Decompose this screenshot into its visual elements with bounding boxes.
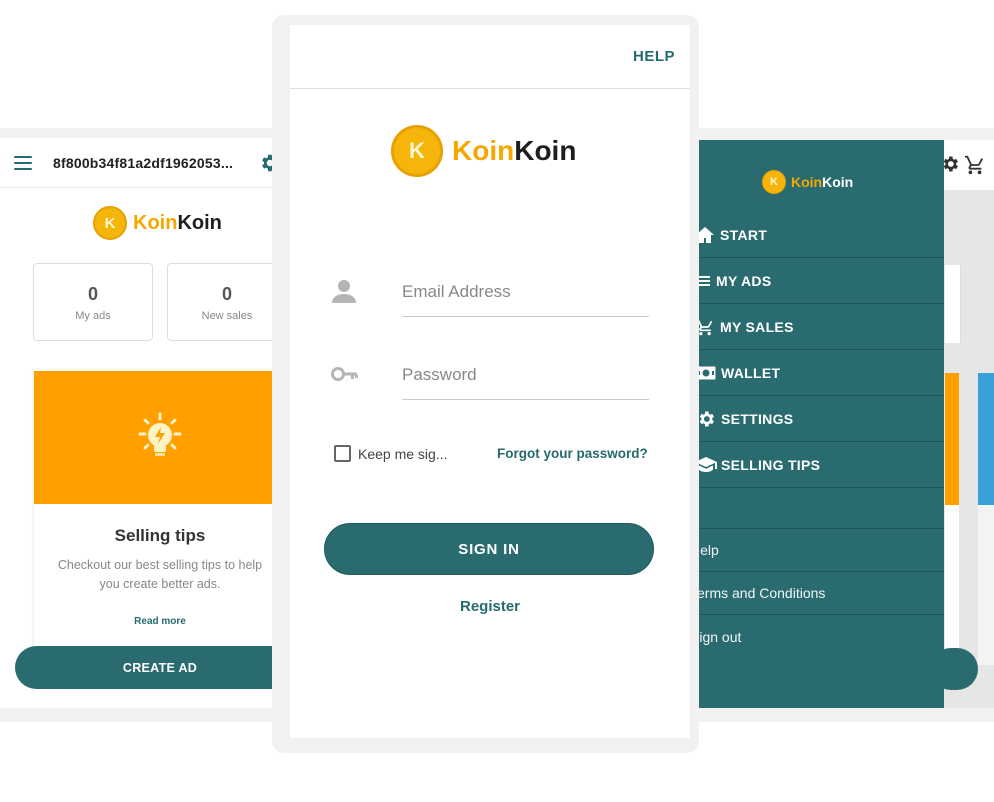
- forgot-password-link[interactable]: Forgot your password?: [497, 446, 648, 461]
- menu-item-label: MY ADS: [716, 272, 772, 289]
- tips-card-description: Checkout our best selling tips to help y…: [57, 558, 263, 591]
- menu-item-my-ads[interactable]: MY ADS: [690, 258, 944, 304]
- background-card: [945, 265, 961, 343]
- coin-logo-icon: K: [762, 170, 786, 194]
- menu-item-settings[interactable]: SETTINGS: [690, 396, 944, 442]
- read-more-link[interactable]: Read more: [34, 616, 286, 627]
- menu-item-selling-tips[interactable]: SELLING TIPS: [690, 442, 944, 488]
- background-card-body: [945, 505, 959, 655]
- keep-signed-in-row[interactable]: Keep me sig...: [334, 445, 448, 462]
- composite-stage: 8f800b34f81a2df1962053... K KoinKoin 0 M…: [0, 0, 994, 802]
- background-card-banner: [945, 373, 959, 505]
- background-card-body: [978, 505, 994, 665]
- login-screen: HELP K KoinKoin Keep me sig... Forgot yo…: [290, 25, 690, 738]
- menu-item-start[interactable]: START: [690, 212, 944, 258]
- brand-name: KoinKoin: [791, 174, 854, 190]
- tips-card-banner: [34, 371, 286, 504]
- selling-tips-card[interactable]: Selling tips Checkout our best selling t…: [34, 371, 286, 661]
- stat-card-my-ads[interactable]: 0 My ads: [33, 263, 153, 341]
- password-field[interactable]: [402, 352, 649, 400]
- cart-icon[interactable]: [964, 154, 986, 176]
- brand-name: KoinKoin: [133, 211, 222, 234]
- menu-item-label: WALLET: [721, 364, 781, 381]
- menu-spacer: [690, 486, 944, 529]
- stat-card-new-sales[interactable]: 0 New sales: [167, 263, 287, 341]
- tips-card-title: Selling tips: [114, 526, 206, 545]
- menu-link-terms[interactable]: Terms and Conditions: [690, 572, 944, 615]
- stat-value: 0: [87, 284, 98, 304]
- dashboard-screen: 8f800b34f81a2df1962053... K KoinKoin 0 M…: [0, 138, 292, 708]
- account-id: 8f800b34f81a2df1962053...: [53, 154, 234, 171]
- register-link[interactable]: Register: [290, 598, 690, 615]
- help-link[interactable]: HELP: [633, 48, 675, 65]
- user-icon: [332, 280, 356, 303]
- menu-item-my-sales[interactable]: MY SALES: [690, 304, 944, 350]
- email-field[interactable]: [402, 269, 649, 317]
- coin-logo-icon: K: [93, 206, 127, 240]
- keep-signed-in-checkbox[interactable]: [334, 445, 351, 462]
- lightbulb-icon: [138, 412, 182, 456]
- menu-item-label: SELLING TIPS: [721, 456, 821, 473]
- create-ad-button[interactable]: CREATE AD: [15, 646, 292, 689]
- brand-name: KoinKoin: [452, 135, 577, 166]
- brand-logo: K KoinKoin: [93, 206, 222, 240]
- brand-logo: K KoinKoin: [762, 170, 853, 194]
- dashboard-header: 8f800b34f81a2df1962053...: [0, 138, 292, 188]
- password-input[interactable]: [402, 352, 649, 398]
- coin-logo-icon: K: [391, 125, 443, 177]
- menu-item-wallet[interactable]: WALLET: [690, 350, 944, 396]
- hamburger-menu-icon[interactable]: [14, 155, 32, 170]
- menu-item-label: SETTINGS: [721, 410, 794, 427]
- login-top-bar: HELP: [290, 25, 690, 89]
- key-icon: [331, 367, 358, 381]
- menu-item-label: START: [720, 226, 768, 243]
- stat-value: 0: [221, 284, 232, 304]
- menu-link-help[interactable]: Help: [690, 529, 944, 572]
- stat-label: New sales: [201, 310, 253, 322]
- brand-logo: K KoinKoin: [391, 125, 576, 177]
- menu-link-sign-out[interactable]: Sign out: [690, 615, 944, 658]
- sign-in-button[interactable]: SIGN IN: [324, 523, 654, 575]
- navigation-drawer: K KoinKoin START MY ADS MY SALES WALLET …: [690, 140, 944, 708]
- email-input[interactable]: [402, 269, 649, 315]
- menu-item-label: MY SALES: [720, 318, 794, 335]
- keep-signed-in-label: Keep me sig...: [358, 445, 448, 462]
- stat-label: My ads: [75, 310, 111, 322]
